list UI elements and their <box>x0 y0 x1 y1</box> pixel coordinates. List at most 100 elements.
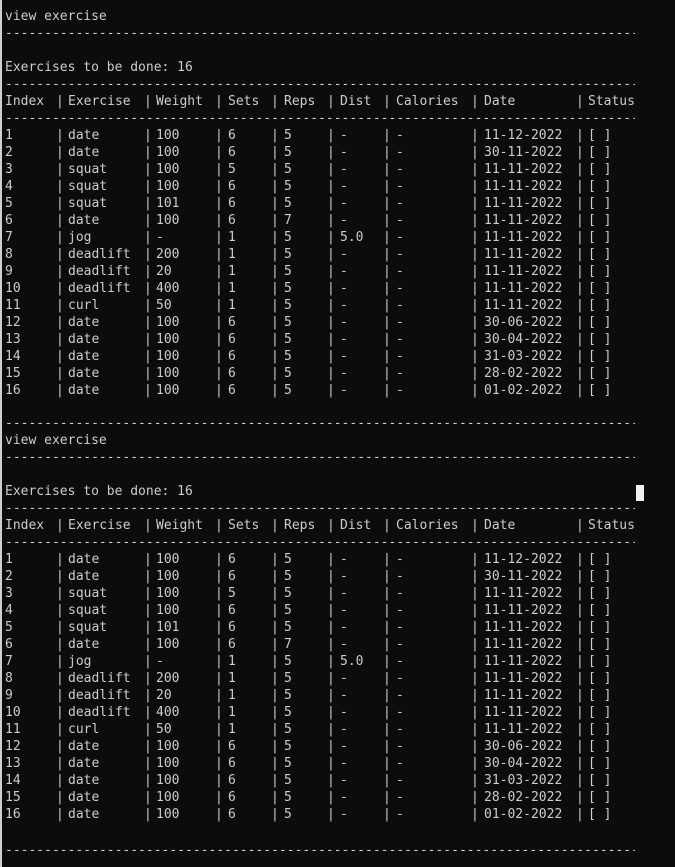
column-divider: | <box>144 756 152 771</box>
table-cell: deadlift <box>68 671 131 686</box>
table-cell: - <box>340 366 348 381</box>
table-cell: 100 <box>156 128 180 143</box>
column-divider: | <box>144 128 152 143</box>
column-divider: | <box>576 637 584 652</box>
column-header: Reps <box>284 518 316 533</box>
column-divider: | <box>144 790 152 805</box>
column-divider: | <box>383 807 391 822</box>
column-divider: | <box>471 773 479 788</box>
table-cell: 10 <box>5 705 21 720</box>
column-divider: | <box>215 179 223 194</box>
table-cell: - <box>340 637 348 652</box>
column-divider: | <box>576 145 584 160</box>
table-cell: - <box>396 196 404 211</box>
column-divider: | <box>383 298 391 313</box>
table-cell: [ ] <box>588 179 612 194</box>
column-divider: | <box>144 94 152 109</box>
table-cell: 28-02-2022 <box>484 366 563 381</box>
column-divider: | <box>56 756 64 771</box>
table-cell: - <box>396 230 404 245</box>
column-divider: | <box>144 162 152 177</box>
column-divider: | <box>327 756 335 771</box>
table-cell: 20 <box>156 264 172 279</box>
separator-line: ----------------------------------------… <box>5 843 635 858</box>
column-divider: | <box>271 264 279 279</box>
table-cell: 5 <box>284 366 292 381</box>
table-cell: 1 <box>228 722 236 737</box>
table-cell: [ ] <box>588 637 612 652</box>
table-cell: 6 <box>228 315 236 330</box>
column-divider: | <box>576 315 584 330</box>
column-divider: | <box>144 264 152 279</box>
column-divider: | <box>327 213 335 228</box>
table-cell: curl <box>68 722 100 737</box>
column-divider: | <box>144 518 152 533</box>
table-cell: [ ] <box>588 756 612 771</box>
column-divider: | <box>471 281 479 296</box>
table-cell: 7 <box>5 654 13 669</box>
column-header: Reps <box>284 94 316 109</box>
terminal-window[interactable]: - - - - - - - - - - - - - - - - - - - - - - - - - - - - - - - - - - - - - - - -… <box>0 0 675 867</box>
column-divider: | <box>144 145 152 160</box>
table-cell: - <box>396 366 404 381</box>
table-cell: 11-11-2022 <box>484 247 563 262</box>
table-cell: 10 <box>5 281 21 296</box>
column-divider: | <box>215 705 223 720</box>
column-divider: | <box>271 213 279 228</box>
table-cell: - <box>340 603 348 618</box>
column-header: Date <box>484 94 516 109</box>
column-divider: | <box>383 637 391 652</box>
table-cell: 6 <box>228 739 236 754</box>
column-divider: | <box>56 518 64 533</box>
table-cell: 28-02-2022 <box>484 790 563 805</box>
table-cell: 5 <box>284 552 292 567</box>
column-divider: | <box>471 349 479 364</box>
column-divider: | <box>471 383 479 398</box>
column-header: Index <box>5 94 45 109</box>
table-cell: 6 <box>228 196 236 211</box>
table-cell: 1 <box>228 247 236 262</box>
column-divider: | <box>144 552 152 567</box>
column-divider: | <box>576 603 584 618</box>
table-cell: squat <box>68 162 108 177</box>
column-divider: | <box>576 213 584 228</box>
column-divider: | <box>144 179 152 194</box>
table-cell: date <box>68 315 100 330</box>
column-divider: | <box>271 620 279 635</box>
column-divider: | <box>576 756 584 771</box>
column-divider: | <box>144 247 152 262</box>
table-cell: 01-02-2022 <box>484 807 563 822</box>
table-cell: squat <box>68 620 108 635</box>
table-cell: - <box>396 145 404 160</box>
table-cell: 6 <box>228 179 236 194</box>
table-cell: 5 <box>228 162 236 177</box>
column-divider: | <box>471 586 479 601</box>
column-divider: | <box>383 196 391 211</box>
table-cell: 200 <box>156 671 180 686</box>
column-divider: | <box>471 603 479 618</box>
column-divider: | <box>56 179 64 194</box>
column-divider: | <box>215 620 223 635</box>
table-cell: 15 <box>5 366 21 381</box>
table-cell: [ ] <box>588 145 612 160</box>
column-divider: | <box>576 586 584 601</box>
column-divider: | <box>271 366 279 381</box>
table-cell: 14 <box>5 349 21 364</box>
table-cell: 14 <box>5 773 21 788</box>
text-cursor <box>636 485 644 501</box>
column-header: Calories <box>396 518 459 533</box>
table-cell: 5 <box>284 722 292 737</box>
column-divider: | <box>215 603 223 618</box>
table-cell: 3 <box>5 586 13 601</box>
table-cell: 6 <box>228 332 236 347</box>
separator-line: ----------------------------------------… <box>5 111 635 126</box>
table-cell: 100 <box>156 162 180 177</box>
table-cell: 11 <box>5 722 21 737</box>
table-cell: 11-11-2022 <box>484 264 563 279</box>
column-divider: | <box>576 162 584 177</box>
column-divider: | <box>576 705 584 720</box>
column-divider: | <box>56 790 64 805</box>
column-divider: | <box>327 603 335 618</box>
table-cell: 5 <box>284 807 292 822</box>
table-cell: 1 <box>228 688 236 703</box>
